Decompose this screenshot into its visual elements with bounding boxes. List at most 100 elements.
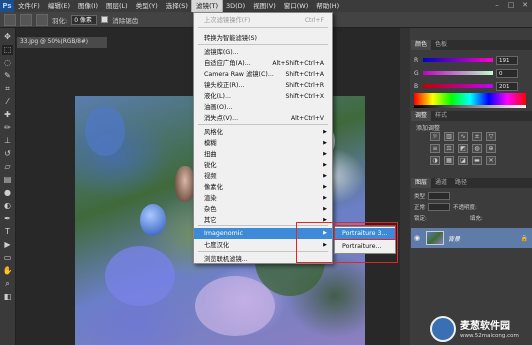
filter-menu-item[interactable]: 油画(O)... <box>194 102 332 113</box>
gray-ramp[interactable] <box>414 105 526 108</box>
menu-item[interactable]: 滤镜(T) <box>190 0 224 13</box>
pen-tool-icon[interactable]: ✒ <box>2 214 13 224</box>
shape-tool-icon[interactable]: ▭ <box>2 253 13 263</box>
brush-tool-icon[interactable]: ✏ <box>2 123 13 133</box>
blur-tool-icon[interactable]: ● <box>2 188 13 198</box>
crop-tool-icon[interactable]: ⌗ <box>2 84 13 94</box>
move-tool-icon[interactable]: ✥ <box>2 32 13 42</box>
filter-menu-item[interactable]: Camera Raw 滤镜(C)... Shift+Ctrl+A <box>194 69 332 80</box>
eye-icon[interactable]: ◉ <box>414 234 422 242</box>
slider-g[interactable]: G 0 <box>414 68 518 78</box>
filter-menu-item[interactable]: 杂色 ▶ <box>194 204 332 215</box>
menu-item[interactable]: 帮助(H) <box>312 0 343 12</box>
filter-menu-item[interactable]: 模糊 ▶ <box>194 138 332 149</box>
blend-mode-box[interactable] <box>428 202 451 211</box>
slider-g-value[interactable]: 0 <box>496 68 518 78</box>
hand-tool-icon[interactable]: ✋ <box>2 266 13 276</box>
tab-paths[interactable]: 路径 <box>451 178 471 188</box>
tab-layers[interactable]: 图层 <box>411 178 432 188</box>
photo-filter-icon[interactable]: ◍ <box>472 144 482 153</box>
tab-swatches[interactable]: 色板 <box>431 40 451 50</box>
filter-menu-item[interactable]: 液化(L)... Shift+Ctrl+X <box>194 91 332 102</box>
levels-icon[interactable]: ▥ <box>444 132 454 141</box>
filter-menu-item[interactable]: 镜头校正(R)... Shift+Ctrl+R <box>194 80 332 91</box>
menu-item[interactable]: 窗口(W) <box>280 0 313 12</box>
menu-item[interactable]: 类型(Y) <box>132 0 162 12</box>
color-swatches-icon[interactable]: ◧ <box>2 292 13 302</box>
close-icon[interactable]: ✕ <box>520 0 530 10</box>
selective-color-icon[interactable]: ✕ <box>486 156 496 165</box>
eraser-icon[interactable]: ▱ <box>2 162 13 172</box>
slider-r-value[interactable]: 191 <box>496 55 518 65</box>
slider-r-track[interactable] <box>423 58 493 62</box>
zoom-tool-icon[interactable]: ⌕ <box>2 279 13 289</box>
filter-menu-item[interactable]: 消失点(V)... Alt+Ctrl+V <box>194 113 332 124</box>
gradient-map-icon[interactable]: ▬ <box>472 156 482 165</box>
tab-adjustments[interactable]: 调整 <box>411 111 432 121</box>
filter-menu-item[interactable]: 锐化 ▶ <box>194 160 332 171</box>
brightness-icon[interactable]: ☼ <box>430 132 440 141</box>
document-tab[interactable]: 33.jpg @ 50%(RGB/8#) <box>17 37 107 48</box>
gradient-tool-icon[interactable]: ▤ <box>2 175 13 185</box>
menu-item[interactable]: 编辑(E) <box>44 0 74 12</box>
filter-menu-item[interactable]: 风格化 ▶ <box>194 127 332 138</box>
exposure-icon[interactable]: ± <box>472 132 482 141</box>
menu-item[interactable]: 文件(F) <box>14 0 44 12</box>
black-white-icon[interactable]: ◩ <box>458 144 468 153</box>
hue-sat-icon[interactable]: ≡ <box>430 144 440 153</box>
tab-color[interactable]: 颜色 <box>411 40 432 50</box>
filter-menu-item[interactable]: 视频 ▶ <box>194 171 332 182</box>
tab-channels[interactable]: 通道 <box>431 178 451 188</box>
posterize-icon[interactable]: ▦ <box>444 156 454 165</box>
menu-item[interactable]: 选择(S) <box>162 0 192 12</box>
marquee-tool-icon[interactable] <box>4 13 16 26</box>
layer-kind-select[interactable] <box>428 191 451 200</box>
layer-name[interactable]: 背景 <box>448 234 460 243</box>
lasso-tool-icon[interactable]: ◌ <box>2 58 13 68</box>
add-selection-icon[interactable] <box>36 13 48 26</box>
quick-select-icon[interactable]: ✎ <box>2 71 13 81</box>
color-spectrum[interactable] <box>414 93 526 105</box>
filter-menu-item[interactable]: 渲染 ▶ <box>194 193 332 204</box>
clone-stamp-icon[interactable]: ⊥ <box>2 136 13 146</box>
blend-mode-select[interactable]: 正常 <box>414 203 425 211</box>
menu-item[interactable]: 图层(L) <box>102 0 132 12</box>
slider-b-track[interactable] <box>423 84 493 88</box>
slider-b-value[interactable]: 201 <box>496 81 518 91</box>
menu-item[interactable]: 3D(D) <box>222 0 249 12</box>
feather-label: 羽化: <box>52 16 68 25</box>
filter-menu-item[interactable]: 滤镜库(G)... <box>194 47 332 58</box>
menu-item[interactable]: 图像(I) <box>74 0 102 12</box>
invert-icon[interactable]: ◑ <box>430 156 440 165</box>
healing-brush-icon[interactable]: ✚ <box>2 110 13 120</box>
filter-menu-item-label: 自适应广角(A)... <box>204 60 251 67</box>
tab-styles[interactable]: 样式 <box>431 111 451 121</box>
slider-r[interactable]: R 191 <box>414 55 518 65</box>
marquee-tool-icon[interactable]: ⬚ <box>2 45 13 55</box>
vibrance-icon[interactable]: ▽ <box>486 132 496 141</box>
menu-item[interactable]: 视图(V) <box>249 0 280 12</box>
dodge-tool-icon[interactable]: ◐ <box>2 201 13 211</box>
menu-separator <box>198 27 328 28</box>
slider-b[interactable]: B 201 <box>414 81 518 91</box>
color-balance-icon[interactable]: ⚖ <box>444 144 454 153</box>
curves-icon[interactable]: ∿ <box>458 132 468 141</box>
filter-menu-item[interactable]: 像素化 ▶ <box>194 182 332 193</box>
maximize-icon[interactable]: □ <box>506 0 516 10</box>
antialias-label: 消除锯齿 <box>112 16 139 25</box>
feather-input[interactable]: 0 像素 <box>71 14 98 25</box>
eyedropper-icon[interactable]: ⁄ <box>2 97 13 107</box>
history-brush-icon[interactable]: ↺ <box>2 149 13 159</box>
layer-row-background[interactable]: ◉ 背景 🔒 <box>411 228 532 248</box>
slider-g-track[interactable] <box>423 71 493 75</box>
filter-menu-item[interactable]: 转换为智能滤镜(S) <box>194 33 332 44</box>
filter-menu-item[interactable]: 扭曲 ▶ <box>194 149 332 160</box>
channel-mixer-icon[interactable]: ⊕ <box>486 144 496 153</box>
path-select-icon[interactable]: ▶ <box>2 240 13 250</box>
type-tool-icon[interactable]: T <box>2 227 13 237</box>
antialias-checkbox[interactable] <box>101 16 109 23</box>
threshold-icon[interactable]: ◪ <box>458 156 468 165</box>
minimize-icon[interactable]: – <box>492 0 502 10</box>
new-selection-icon[interactable] <box>20 13 32 26</box>
filter-menu-item[interactable]: 自适应广角(A)... Alt+Shift+Ctrl+A <box>194 58 332 69</box>
